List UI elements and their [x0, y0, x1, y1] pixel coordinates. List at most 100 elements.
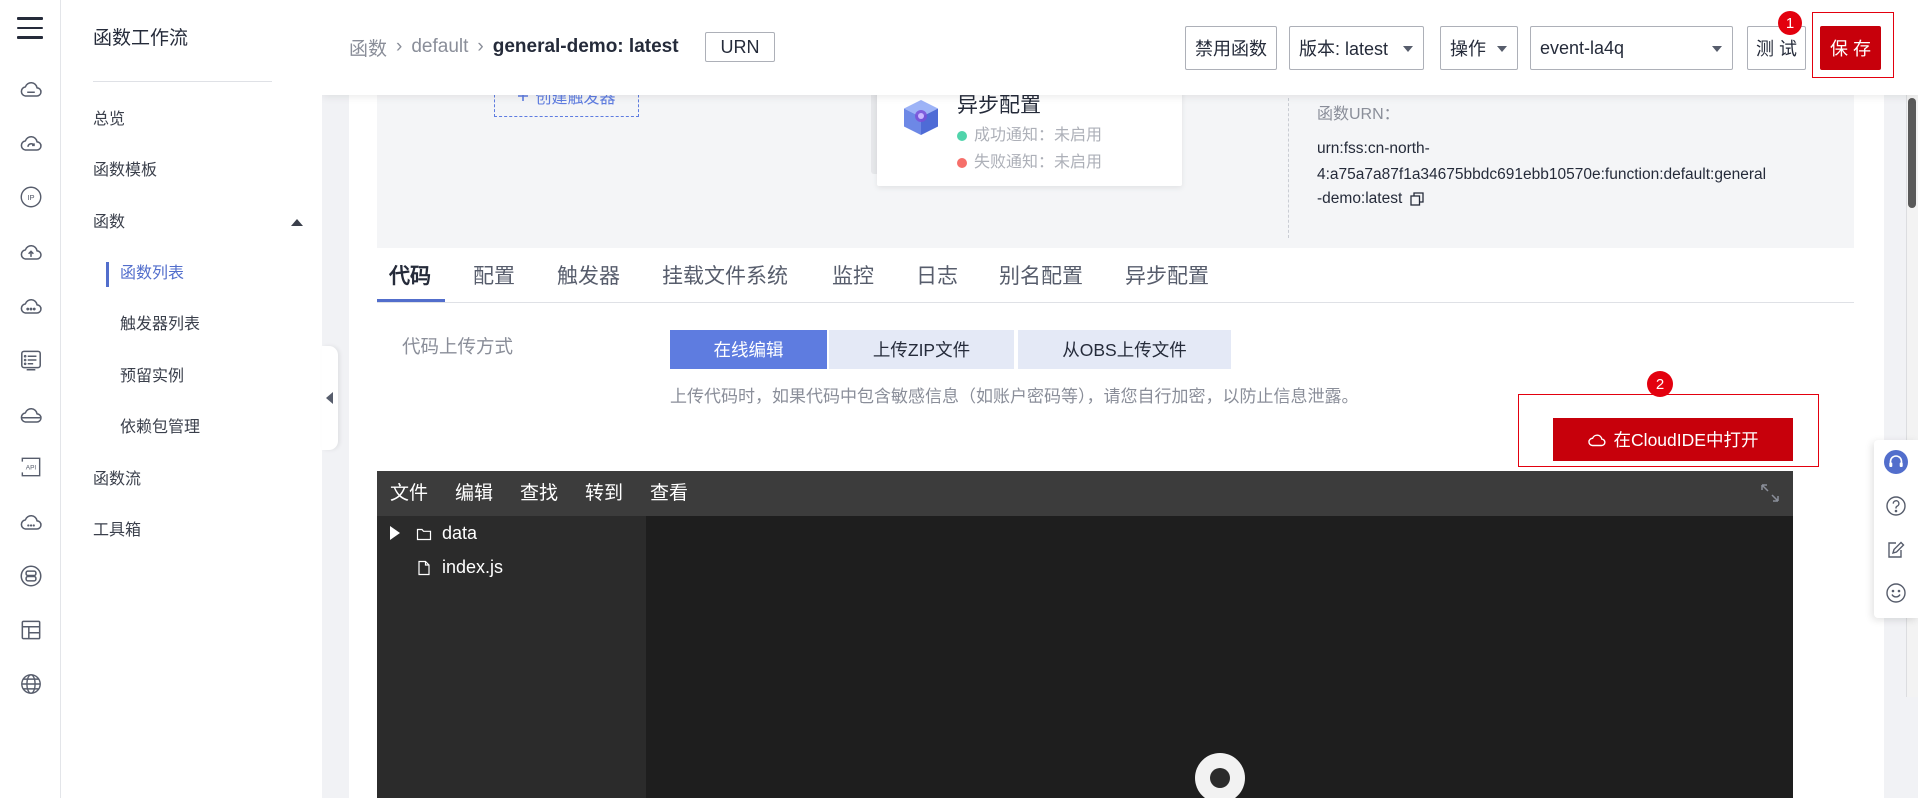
question-icon[interactable]: [1883, 493, 1909, 519]
chevron-left-icon: [326, 392, 333, 404]
actions-select[interactable]: 操作: [1440, 26, 1518, 70]
headset-icon[interactable]: [1883, 449, 1909, 475]
active-indicator: [106, 262, 109, 287]
feedback-edit-icon[interactable]: [1883, 537, 1909, 563]
menu-edit[interactable]: 编辑: [455, 483, 493, 505]
tree-item-name: index.js: [442, 557, 504, 577]
sidebar-item-toolbox[interactable]: 工具箱: [93, 521, 141, 541]
ip-icon[interactable]: IP: [18, 184, 44, 210]
scrollbar-thumb[interactable]: [1908, 98, 1916, 208]
sidebar-item-reserved-instances[interactable]: 预留实例: [120, 367, 184, 387]
cloud-sync-icon[interactable]: [18, 130, 44, 156]
tab-monitoring[interactable]: 监控: [832, 264, 874, 290]
smile-icon[interactable]: [1883, 580, 1909, 606]
tab-logs[interactable]: 日志: [916, 264, 958, 290]
panel-divider: [1288, 98, 1289, 238]
sidebar-divider: [93, 81, 272, 82]
function-urn-line-2: 4:a75a7a87f1a34675bbdc691ebb10570e:funct…: [1317, 166, 1767, 183]
globe-icon[interactable]: [18, 671, 44, 697]
chevron-up-icon[interactable]: [291, 219, 303, 226]
version-select[interactable]: 版本: latest: [1289, 26, 1424, 70]
sensitive-info-hint: 上传代码时，如果代码中包含敏感信息（如账户密码等），请您自行加密，以防止信息泄露…: [670, 387, 1359, 406]
failure-dot: [957, 158, 967, 168]
failure-notification-text: 失败通知：未启用: [974, 154, 1103, 171]
actions-select-value: 操作: [1450, 39, 1486, 59]
function-urn-line-3: -demo:latest: [1317, 189, 1424, 209]
disable-function-button[interactable]: 禁用函数: [1185, 26, 1277, 70]
menu-goto[interactable]: 转到: [585, 483, 623, 505]
menu-icon[interactable]: [17, 17, 43, 39]
menu-find[interactable]: 查找: [520, 483, 558, 505]
tab-divider: [377, 302, 1854, 303]
tab-code[interactable]: 代码: [389, 264, 431, 290]
sidebar-collapse-handle[interactable]: [322, 346, 338, 450]
api-icon[interactable]: API: [18, 454, 44, 480]
step-badge-2: 2: [1647, 371, 1673, 397]
menu-file[interactable]: 文件: [390, 483, 428, 505]
page-header: 函数 › default › general-demo: latest URN …: [322, 0, 1918, 95]
sidebar-item-function-flow[interactable]: 函数流: [93, 470, 141, 490]
sidebar-item-templates[interactable]: 函数模板: [93, 161, 157, 181]
function-urn-line-3-text: -demo:latest: [1317, 190, 1403, 207]
save-button[interactable]: 保 存: [1820, 26, 1881, 70]
cloud-dots-icon[interactable]: [18, 509, 44, 535]
tree-item-name: data: [442, 523, 478, 543]
code-area[interactable]: [646, 516, 1793, 798]
list-panel-icon[interactable]: [18, 347, 44, 373]
tab-config[interactable]: 配置: [473, 264, 515, 290]
tab-async-config[interactable]: 异步配置: [1125, 264, 1209, 290]
urn-button[interactable]: URN: [705, 32, 775, 62]
sidebar-item-dependencies[interactable]: 依赖包管理: [120, 418, 200, 438]
tree-item-folder[interactable]: data: [377, 518, 646, 548]
failure-notification-status: 失败通知：未启用: [957, 153, 1102, 173]
mode-upload-zip[interactable]: 上传ZIP文件: [829, 330, 1014, 369]
breadcrumb-default-link[interactable]: default: [411, 36, 468, 58]
service-sidebar: 函数工作流 总览 函数模板 函数 函数列表 触发器列表 预留实例 依赖包管理 函…: [61, 0, 322, 798]
menu-view[interactable]: 查看: [650, 483, 688, 505]
expand-arrow-icon[interactable]: [390, 526, 400, 540]
svg-text:IP: IP: [27, 193, 34, 202]
mode-online-edit[interactable]: 在线编辑: [670, 330, 827, 369]
version-select-value: 版本: latest: [1299, 39, 1389, 59]
folder-icon: [416, 528, 432, 541]
sidebar-item-overview[interactable]: 总览: [93, 110, 125, 130]
code-editor: 文件 编辑 查找 转到 查看 data index.js: [377, 471, 1793, 798]
function-urn-label: 函数URN：: [1317, 106, 1400, 123]
copy-icon[interactable]: [1410, 192, 1424, 206]
mode-upload-obs[interactable]: 从OBS上传文件: [1018, 330, 1231, 369]
svg-text:API: API: [26, 464, 37, 471]
sidebar-item-function-list[interactable]: 函数列表: [120, 264, 184, 284]
tree-item-file[interactable]: index.js: [377, 552, 646, 582]
cloud-storage-icon[interactable]: [18, 76, 44, 102]
breadcrumb-separator: ›: [396, 36, 403, 57]
help-toolbar: [1874, 440, 1918, 618]
cloud-icon: [1587, 434, 1606, 446]
open-in-cloudide-button[interactable]: 在CloudIDE中打开: [1553, 418, 1793, 461]
tab-file-system[interactable]: 挂载文件系统: [662, 264, 788, 290]
function-urn-line-1: urn:fss:cn-north-: [1317, 140, 1430, 157]
success-dot: [957, 131, 967, 141]
success-notification-status: 成功通知：未启用: [957, 126, 1102, 146]
test-event-select[interactable]: event-la4q: [1530, 26, 1733, 70]
gear-stack-icon[interactable]: [18, 563, 44, 589]
sidebar-item-functions[interactable]: 函数: [93, 213, 125, 233]
caret-down-icon: [1712, 46, 1722, 52]
step-badge-1: 1: [1778, 11, 1802, 35]
fullscreen-icon[interactable]: [1760, 483, 1780, 503]
layout-icon[interactable]: [18, 617, 44, 643]
loading-spinner-icon: [1195, 753, 1245, 798]
cloud-service-icon[interactable]: [18, 293, 44, 319]
breadcrumb: 函数 › default › general-demo: latest: [349, 34, 679, 61]
caret-down-icon: [1403, 46, 1413, 52]
tab-triggers[interactable]: 触发器: [557, 264, 620, 290]
sidebar-item-trigger-list[interactable]: 触发器列表: [120, 315, 200, 335]
cloud-upload-icon[interactable]: [18, 239, 44, 265]
caret-down-icon: [1497, 46, 1507, 52]
breadcrumb-separator: ›: [477, 36, 484, 57]
cloud-disk-icon[interactable]: [18, 402, 44, 428]
success-notification-text: 成功通知：未启用: [974, 127, 1103, 144]
breadcrumb-functions-link[interactable]: 函数: [349, 34, 387, 61]
test-event-select-value: event-la4q: [1540, 37, 1625, 58]
tab-aliases[interactable]: 别名配置: [999, 264, 1083, 290]
sidebar-title: 函数工作流: [93, 28, 189, 49]
